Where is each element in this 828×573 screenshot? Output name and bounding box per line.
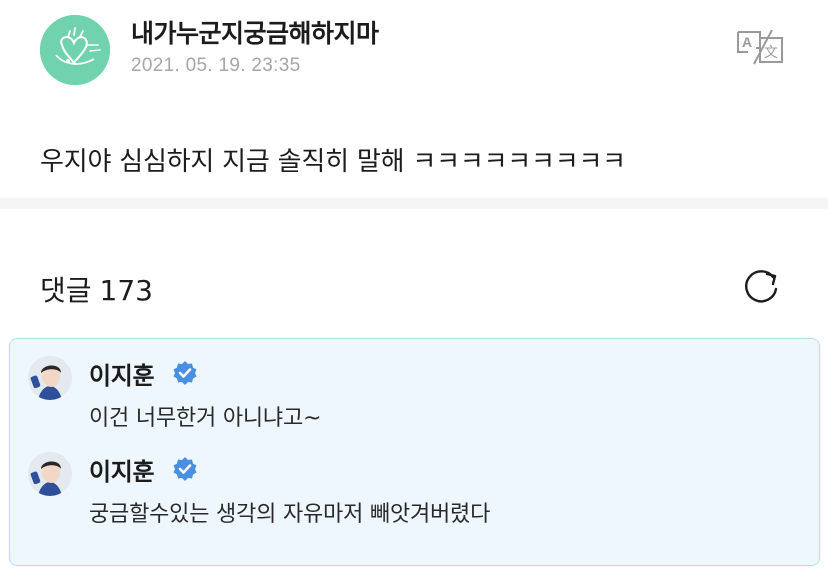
author-avatar[interactable] — [40, 15, 110, 85]
verified-badge-icon — [173, 457, 197, 481]
post-author-name[interactable]: 내가누군지궁금해하지마 — [131, 14, 379, 50]
comment-text: 궁금할수있는 생각의 자유마저 빼앗겨버렸다 — [89, 502, 491, 527]
refresh-button[interactable] — [739, 265, 783, 309]
post-timestamp: 2021. 05. 19. 23:35 — [131, 55, 301, 76]
comments-label: 댓글 — [40, 274, 92, 307]
avatar-photo-icon — [28, 356, 72, 400]
post-body-text: 우지야 심심하지 지금 솔직히 말해 ㅋㅋㅋㅋㅋㅋㅋㅋㅋ — [40, 147, 626, 177]
comment-avatar[interactable] — [28, 452, 72, 496]
comment-item: 이지훈 궁금할수있는 생각의 자유마저 빼앗겨버렸다 — [10, 452, 821, 542]
svg-text:A: A — [742, 34, 752, 50]
comments-list: 이지훈 이건 너무한거 아니냐고~ 이지훈 궁금할수있는 생각의 자유마저 빼앗… — [9, 338, 820, 566]
translate-button[interactable]: A 文 — [734, 28, 786, 66]
section-divider — [0, 198, 828, 209]
translate-icon: A 文 — [737, 29, 783, 65]
svg-text:文: 文 — [764, 45, 778, 61]
verified-badge-icon — [173, 361, 197, 385]
comment-avatar[interactable] — [28, 356, 72, 400]
refresh-icon — [745, 270, 778, 303]
comment-item: 이지훈 이건 너무한거 아니냐고~ — [10, 356, 821, 446]
avatar-doodle-icon — [40, 15, 110, 85]
post-header: 내가누군지궁금해하지마 2021. 05. 19. 23:35 A 文 — [0, 0, 828, 110]
comment-text: 이건 너무한거 아니냐고~ — [89, 406, 322, 431]
avatar-photo-icon — [28, 452, 72, 496]
comments-count: 173 — [99, 274, 153, 307]
comment-author-name[interactable]: 이지훈 — [89, 356, 155, 391]
comment-author-name[interactable]: 이지훈 — [89, 452, 155, 487]
comments-header: 댓글 173 — [0, 209, 828, 337]
comments-title: 댓글 173 — [40, 269, 161, 309]
